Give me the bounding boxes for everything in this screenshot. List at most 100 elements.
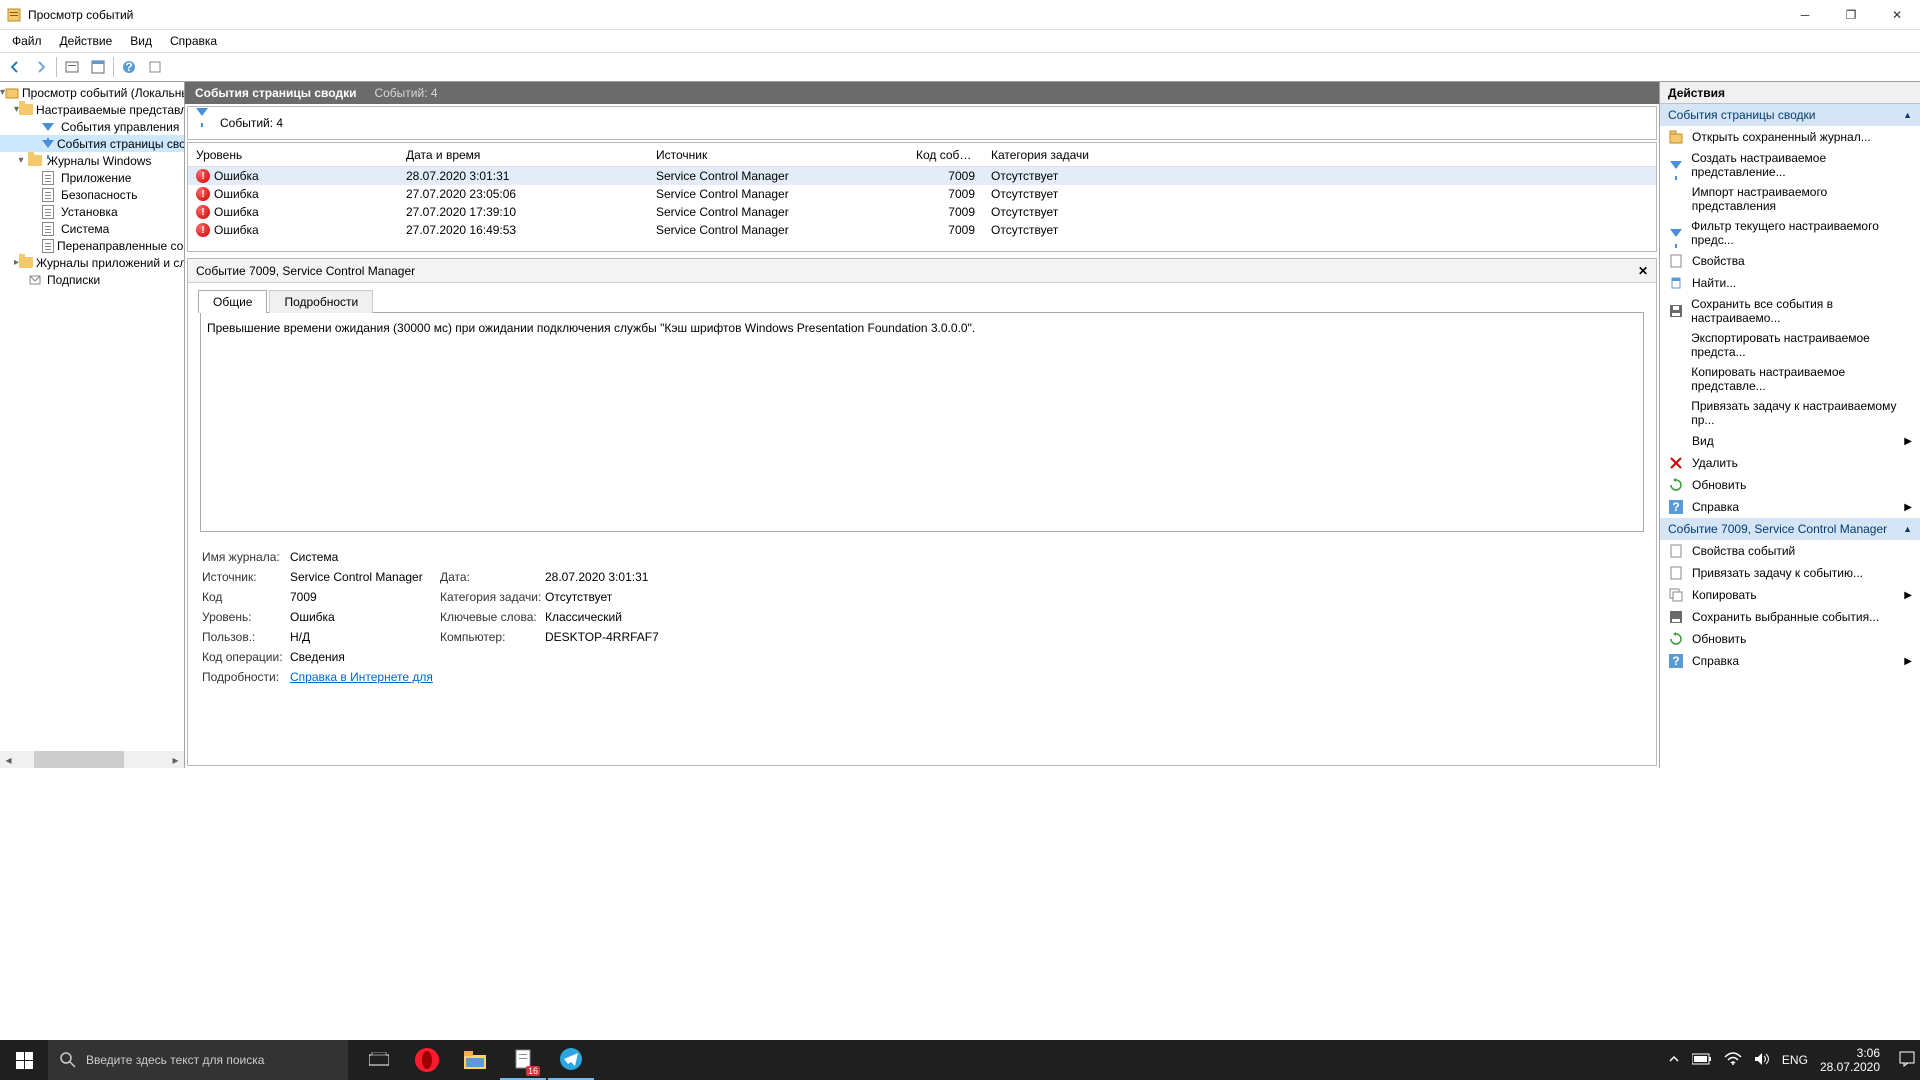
taskbar-opera[interactable] (404, 1040, 450, 1080)
menu-file[interactable]: Файл (4, 32, 50, 50)
tab-general[interactable]: Общие (198, 290, 267, 313)
col-id[interactable]: Код события (908, 148, 983, 162)
actions-section-1[interactable]: События страницы сводки ▲ (1660, 104, 1920, 126)
action-item[interactable]: Свойства (1660, 250, 1920, 272)
tree-summary-events[interactable]: События страницы сводки (0, 135, 184, 152)
tree-subscriptions[interactable]: Подписки (0, 271, 184, 288)
val-cat: Отсутствует (545, 590, 1642, 604)
menu-view[interactable]: Вид (122, 32, 160, 50)
event-row[interactable]: !Ошибка27.07.2020 16:49:53Service Contro… (188, 221, 1656, 239)
detail-close-button[interactable]: ✕ (1638, 264, 1648, 278)
toolbar-btn-2[interactable] (87, 56, 109, 78)
svg-text:?: ? (1672, 654, 1679, 668)
action-item[interactable]: Экспортировать настраиваемое предста... (1660, 328, 1920, 362)
action-item[interactable]: Копировать настраиваемое представле... (1660, 362, 1920, 396)
col-cat[interactable]: Категория задачи (983, 148, 1113, 162)
event-row[interactable]: !Ошибка28.07.2020 3:01:31Service Control… (188, 167, 1656, 185)
taskbar-eventviewer[interactable]: 16 (500, 1040, 546, 1080)
notifications-icon[interactable] (1898, 1050, 1916, 1071)
scroll-thumb[interactable] (34, 751, 124, 768)
scroll-left-icon[interactable]: ◂ (0, 751, 17, 768)
action-icon (1668, 371, 1683, 387)
action-item[interactable]: Создать настраиваемое представление... (1660, 148, 1920, 182)
tree-custom-views[interactable]: ▾ Настраиваемые представления (0, 101, 184, 118)
actions-section-2[interactable]: Событие 7009, Service Control Manager ▲ (1660, 518, 1920, 540)
tree-scrollbar[interactable]: ◂ ▸ (0, 751, 184, 768)
lbl-cat: Категория задачи: (440, 590, 545, 604)
col-date[interactable]: Дата и время (398, 148, 648, 162)
action-item[interactable]: ?Справка▶ (1660, 650, 1920, 672)
subscriptions-icon (28, 272, 44, 288)
minimize-button[interactable]: ─ (1782, 0, 1828, 30)
action-item[interactable]: Копировать▶ (1660, 584, 1920, 606)
menu-help[interactable]: Справка (162, 32, 225, 50)
help-link[interactable]: Справка в Интернете для (290, 670, 433, 684)
language-indicator[interactable]: ENG (1782, 1053, 1808, 1067)
clock[interactable]: 3:06 28.07.2020 (1820, 1046, 1886, 1074)
taskview-button[interactable] (356, 1040, 402, 1080)
action-item[interactable]: Привязать задачу к настраиваемому пр... (1660, 396, 1920, 430)
forward-button[interactable] (30, 56, 52, 78)
toolbar-btn-1[interactable] (61, 56, 83, 78)
taskbar-telegram[interactable] (548, 1040, 594, 1080)
action-delete[interactable]: Удалить (1660, 452, 1920, 474)
volume-icon[interactable] (1754, 1052, 1770, 1069)
action-item[interactable]: Импорт настраиваемого представления (1660, 182, 1920, 216)
action-view[interactable]: Вид ▶ (1660, 430, 1920, 452)
wifi-icon[interactable] (1724, 1052, 1742, 1069)
tree-admin-events[interactable]: События управления (0, 118, 184, 135)
tree-windows-logs[interactable]: ▾ Журналы Windows (0, 152, 184, 169)
menu-action[interactable]: Действие (52, 32, 121, 50)
task-icons: 16 (356, 1040, 594, 1080)
tree-app-services[interactable]: ▸ Журналы приложений и служб (0, 254, 184, 271)
action-item[interactable]: Обновить (1660, 628, 1920, 650)
event-row[interactable]: !Ошибка27.07.2020 17:39:10Service Contro… (188, 203, 1656, 221)
action-icon (1668, 303, 1683, 319)
action-icon (1668, 253, 1684, 269)
action-item[interactable]: Привязать задачу к событию... (1660, 562, 1920, 584)
search-box[interactable]: Введите здесь текст для поиска (48, 1040, 348, 1080)
val-log: Система (290, 550, 440, 564)
tabs: Общие Подробности (188, 283, 1656, 312)
cell-cat: Отсутствует (983, 187, 1113, 201)
action-icon (1668, 129, 1684, 145)
tree-security[interactable]: Безопасность (0, 186, 184, 203)
workspace: ▾ Просмотр событий (Локальный) ▾ Настраи… (0, 82, 1920, 768)
tray-chevron-icon[interactable] (1668, 1053, 1680, 1068)
tree-setup[interactable]: Установка (0, 203, 184, 220)
tree-label: Журналы Windows (47, 154, 151, 168)
tab-details[interactable]: Подробности (269, 290, 373, 313)
action-item[interactable]: Свойства событий (1660, 540, 1920, 562)
tree-application[interactable]: Приложение (0, 169, 184, 186)
event-row[interactable]: !Ошибка27.07.2020 23:05:06Service Contro… (188, 185, 1656, 203)
maximize-button[interactable]: ❐ (1828, 0, 1874, 30)
col-level[interactable]: Уровень (188, 148, 398, 162)
action-refresh[interactable]: Обновить (1660, 474, 1920, 496)
action-help[interactable]: ? Справка ▶ (1660, 496, 1920, 518)
help-button[interactable]: ? (118, 56, 140, 78)
cell-level: Ошибка (214, 205, 259, 219)
start-button[interactable] (0, 1040, 48, 1080)
cell-id: 7009 (908, 205, 983, 219)
scroll-right-icon[interactable]: ▸ (167, 751, 184, 768)
tree-forwarded[interactable]: Перенаправленные события (0, 237, 184, 254)
action-item[interactable]: Фильтр текущего настраиваемого предс... (1660, 216, 1920, 250)
taskbar-explorer[interactable] (452, 1040, 498, 1080)
close-button[interactable]: ✕ (1874, 0, 1920, 30)
battery-icon[interactable] (1692, 1053, 1712, 1068)
event-message: Превышение времени ожидания (30000 мс) п… (200, 312, 1644, 532)
action-label: Экспортировать настраиваемое предста... (1691, 331, 1912, 359)
action-item[interactable]: Открыть сохраненный журнал... (1660, 126, 1920, 148)
action-item[interactable]: Сохранить выбранные события... (1660, 606, 1920, 628)
tree-root[interactable]: ▾ Просмотр событий (Локальный) (0, 84, 184, 101)
submenu-icon: ▶ (1904, 436, 1912, 447)
action-item[interactable]: Сохранить все события в настраиваемо... (1660, 294, 1920, 328)
action-label: Сохранить выбранные события... (1692, 610, 1879, 624)
blank-icon (1668, 433, 1684, 449)
action-item[interactable]: Найти... (1660, 272, 1920, 294)
tree-system[interactable]: Система (0, 220, 184, 237)
toolbar-btn-3[interactable] (144, 56, 166, 78)
back-button[interactable] (4, 56, 26, 78)
expander-icon[interactable]: ▾ (14, 155, 28, 166)
col-source[interactable]: Источник (648, 148, 908, 162)
